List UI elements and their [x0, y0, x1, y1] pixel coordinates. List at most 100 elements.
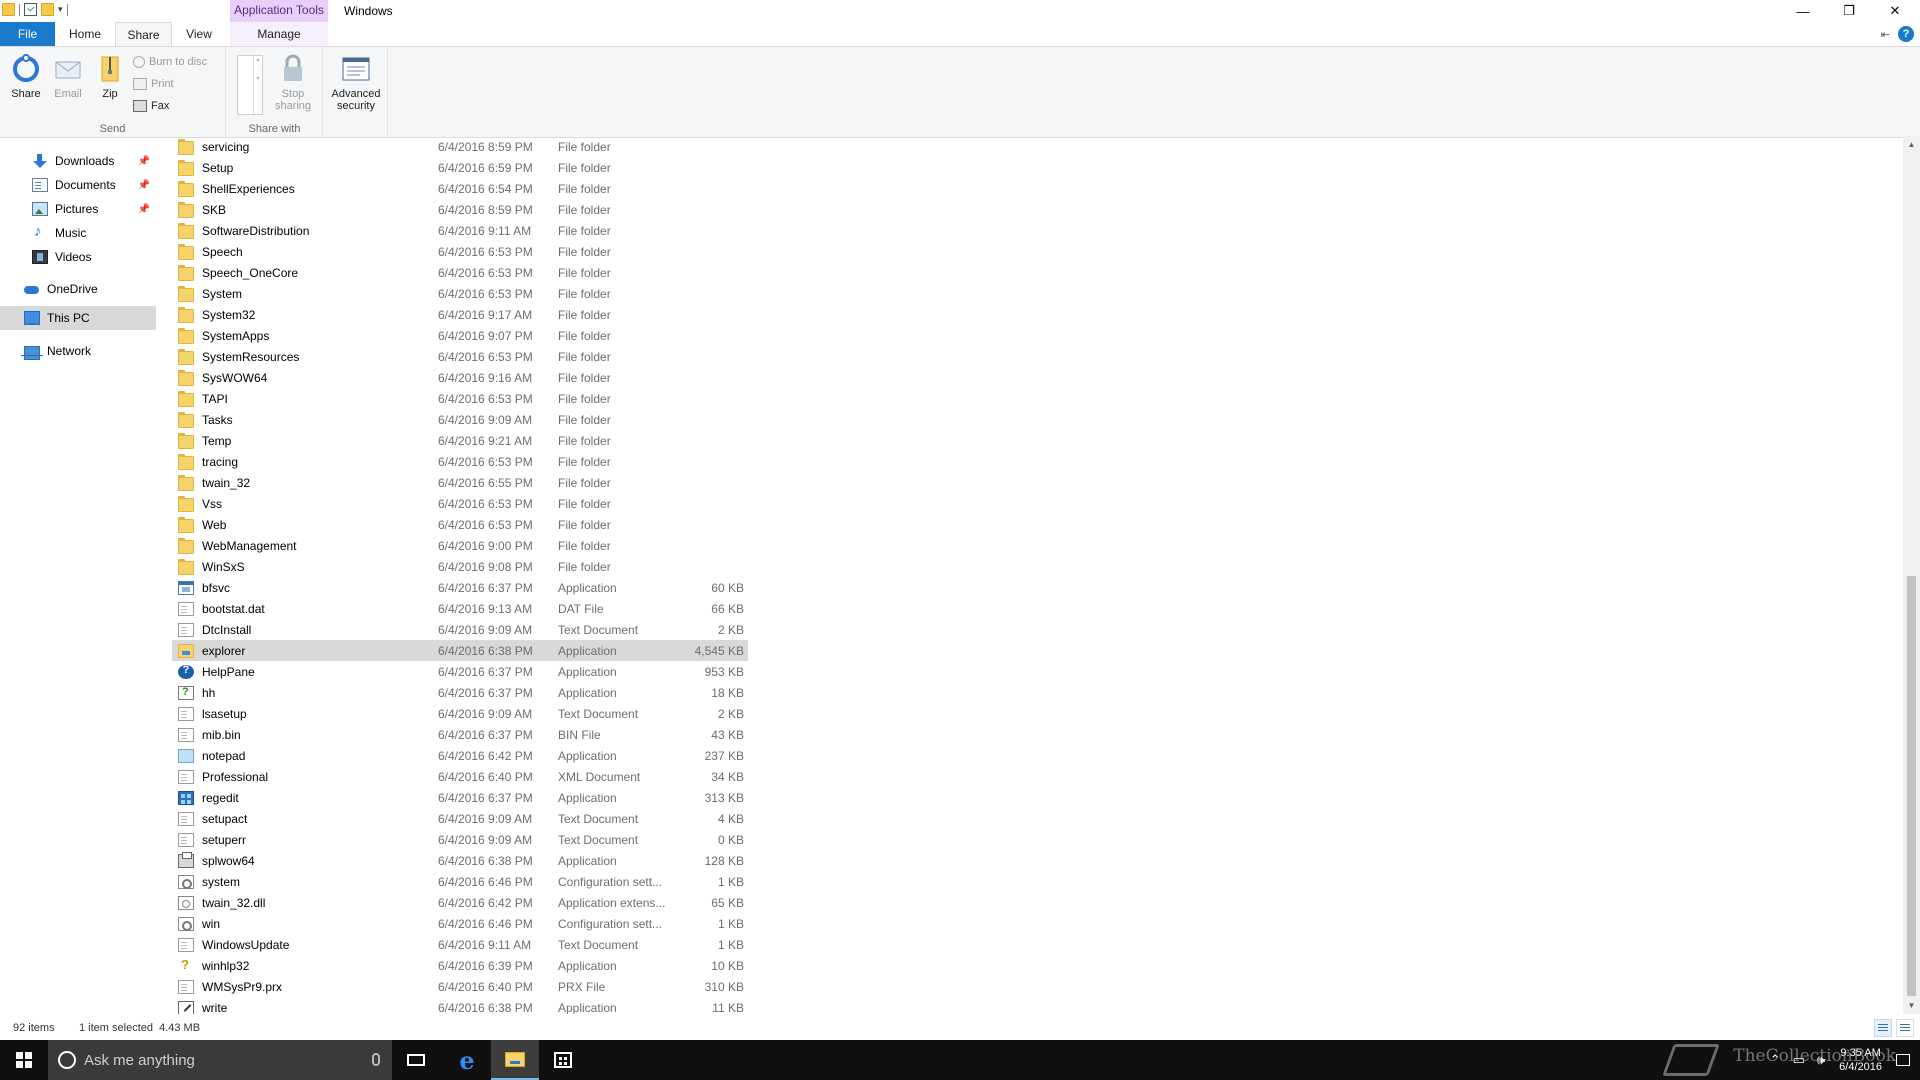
file-row[interactable]: Professional 6/4/2016 6:40 PM XML Document…	[172, 766, 748, 787]
file-type: File folder	[558, 265, 611, 280]
tab-share[interactable]: Share	[115, 22, 172, 46]
details-view-button[interactable]	[1874, 1019, 1892, 1037]
help-icon[interactable]: ?	[1898, 26, 1914, 42]
file-row[interactable]: SoftwareDistribution 6/4/2016 9:11 AM File…	[172, 220, 748, 241]
cortana-search-box[interactable]: Ask me anything	[48, 1040, 392, 1080]
share-with-scrollbar[interactable]: ▴ ▾	[253, 56, 262, 114]
sidebar-item-pictures[interactable]: Pictures 📌	[0, 197, 156, 221]
burn-to-disc-label: Burn to disc	[149, 56, 208, 68]
file-row[interactable]: Setup 6/4/2016 6:59 PM File folder	[172, 157, 748, 178]
tab-manage[interactable]: Manage	[230, 22, 328, 46]
file-date-modified: 6/4/2016 6:39 PM	[438, 958, 533, 973]
file-size: 310 KB	[704, 979, 744, 994]
file-row[interactable]: servicing 6/4/2016 8:59 PM File folder	[172, 136, 748, 157]
restore-button[interactable]: ❐	[1826, 0, 1872, 22]
large-icons-view-button[interactable]	[1896, 1019, 1914, 1037]
file-row[interactable]: setuperr 6/4/2016 9:09 AM Text Document 0 K…	[172, 829, 748, 850]
file-row[interactable]: SysWOW64 6/4/2016 9:16 AM File folder	[172, 367, 748, 388]
edge-button[interactable]: e	[443, 1040, 491, 1080]
file-row[interactable]: notepad 6/4/2016 6:42 PM Application 237 KB	[172, 745, 748, 766]
tab-view[interactable]: View	[176, 22, 222, 46]
file-row[interactable]: winhlp32 6/4/2016 6:39 PM Application 10 KB	[172, 955, 748, 976]
print-button[interactable]: Print	[133, 75, 174, 93]
tab-home[interactable]: Home	[60, 22, 110, 46]
send-group: Share Email Zip Burn to disc Print Fax S…	[0, 47, 226, 137]
file-name: Setup	[202, 160, 234, 175]
minimize-ribbon-icon[interactable]: ⇤	[1881, 28, 1890, 41]
sidebar-item-onedrive[interactable]: OneDrive	[0, 277, 156, 301]
sidebar-item-this-pc[interactable]: This PC	[0, 306, 156, 330]
email-button[interactable]: Email	[48, 53, 88, 100]
file-row[interactable]: ShellExperiences 6/4/2016 6:54 PM File fol…	[172, 178, 748, 199]
file-name: SysWOW64	[202, 370, 268, 385]
share-with-list[interactable]: ▴ ▾	[237, 55, 263, 115]
file-row[interactable]: Tasks 6/4/2016 9:09 AM File folder	[172, 409, 748, 430]
file-row[interactable]: bfsvc 6/4/2016 6:37 PM Application 60 KB	[172, 577, 748, 598]
customize-toolbar-chevron-icon[interactable]: ▾	[58, 4, 63, 15]
file-date-modified: 6/4/2016 9:09 AM	[438, 622, 533, 637]
file-row[interactable]: mib.bin 6/4/2016 6:37 PM BIN File 43 KB	[172, 724, 748, 745]
file-row[interactable]: HelpPane 6/4/2016 6:37 PM Application 953 K…	[172, 661, 748, 682]
file-row[interactable]: bootstat.dat 6/4/2016 9:13 AM DAT File 66 K…	[172, 598, 748, 619]
sidebar-item-videos[interactable]: Videos	[0, 245, 156, 269]
store-button[interactable]	[539, 1040, 587, 1080]
file-row[interactable]: lsasetup 6/4/2016 9:09 AM Text Document 2 K…	[172, 703, 748, 724]
scrollbar-thumb[interactable]	[1907, 576, 1916, 996]
start-button[interactable]	[0, 1040, 48, 1080]
fax-button[interactable]: Fax	[133, 97, 169, 115]
file-row[interactable]: SystemApps 6/4/2016 9:07 PM File folder	[172, 325, 748, 346]
file-explorer-button[interactable]	[491, 1040, 539, 1080]
file-row[interactable]: write 6/4/2016 6:38 PM Application 11 KB	[172, 997, 748, 1014]
folder-icon	[178, 516, 194, 533]
sidebar-item-music[interactable]: Music	[0, 221, 156, 245]
folder-icon	[178, 201, 194, 218]
file-row[interactable]: twain_32.dll 6/4/2016 6:42 PM Application …	[172, 892, 748, 913]
file-row[interactable]: splwow64 6/4/2016 6:38 PM Application 128 K…	[172, 850, 748, 871]
file-row[interactable]: WinSxS 6/4/2016 9:08 PM File folder	[172, 556, 748, 577]
action-center-icon[interactable]	[1896, 1054, 1910, 1066]
share-button[interactable]: Share	[6, 53, 46, 100]
file-row[interactable]: TAPI 6/4/2016 6:53 PM File folder	[172, 388, 748, 409]
vertical-scrollbar[interactable]: ▲ ▼	[1903, 136, 1920, 1014]
file-row[interactable]: twain_32 6/4/2016 6:55 PM File folder	[172, 472, 748, 493]
properties-icon[interactable]	[24, 3, 37, 16]
task-view-button[interactable]	[392, 1040, 440, 1080]
close-button[interactable]: ✕	[1872, 0, 1918, 22]
file-row[interactable]: system 6/4/2016 6:46 PM Configuration sett…	[172, 871, 748, 892]
zip-button[interactable]: Zip	[90, 53, 130, 100]
file-row[interactable]: Vss 6/4/2016 6:53 PM File folder	[172, 493, 748, 514]
scroll-down-icon[interactable]: ▼	[1903, 997, 1920, 1014]
sidebar-item-downloads[interactable]: Downloads 📌	[0, 149, 156, 173]
pin-icon[interactable]: 📌	[138, 156, 150, 167]
file-row[interactable]: WMSysPr9.prx 6/4/2016 6:40 PM PRX File 310 …	[172, 976, 748, 997]
file-row[interactable]: setupact 6/4/2016 9:09 AM Text Document 4 K…	[172, 808, 748, 829]
file-row[interactable]: regedit 6/4/2016 6:37 PM Application 313 KB	[172, 787, 748, 808]
file-row[interactable]: SKB 6/4/2016 8:59 PM File folder	[172, 199, 748, 220]
stop-sharing-button[interactable]: Stop sharing	[273, 53, 313, 112]
advanced-security-button[interactable]: Advanced security	[328, 53, 384, 112]
scroll-up-icon[interactable]: ▲	[1903, 136, 1920, 153]
tab-file[interactable]: File	[0, 22, 55, 46]
file-row[interactable]: System 6/4/2016 6:53 PM File folder	[172, 283, 748, 304]
sidebar-item-network[interactable]: Network	[0, 339, 156, 363]
file-row[interactable]: WebManagement 6/4/2016 9:00 PM File folder	[172, 535, 748, 556]
pin-icon[interactable]: 📌	[138, 180, 150, 191]
file-row[interactable]: Web 6/4/2016 6:53 PM File folder	[172, 514, 748, 535]
file-row[interactable]: WindowsUpdate 6/4/2016 9:11 AM Text Docume…	[172, 934, 748, 955]
file-row[interactable]: DtcInstall 6/4/2016 9:09 AM Text Document 2…	[172, 619, 748, 640]
file-row[interactable]: hh 6/4/2016 6:37 PM Application 18 KB	[172, 682, 748, 703]
pin-icon[interactable]: 📌	[138, 204, 150, 215]
file-row[interactable]: System32 6/4/2016 9:17 AM File folder	[172, 304, 748, 325]
new-folder-icon[interactable]	[41, 3, 54, 16]
file-row[interactable]: explorer 6/4/2016 6:38 PM Application 4,545…	[172, 640, 748, 661]
file-row[interactable]: tracing 6/4/2016 6:53 PM File folder	[172, 451, 748, 472]
file-row[interactable]: Speech_OneCore 6/4/2016 6:53 PM File folde…	[172, 262, 748, 283]
file-row[interactable]: win 6/4/2016 6:46 PM Configuration sett...…	[172, 913, 748, 934]
minimize-button[interactable]: —	[1780, 0, 1826, 22]
burn-to-disc-button[interactable]: Burn to disc	[133, 53, 207, 71]
file-row[interactable]: SystemResources 6/4/2016 6:53 PM File fold…	[172, 346, 748, 367]
file-row[interactable]: Speech 6/4/2016 6:53 PM File folder	[172, 241, 748, 262]
sidebar-item-documents[interactable]: Documents 📌	[0, 173, 156, 197]
microphone-icon[interactable]	[372, 1053, 380, 1066]
file-row[interactable]: Temp 6/4/2016 9:21 AM File folder	[172, 430, 748, 451]
